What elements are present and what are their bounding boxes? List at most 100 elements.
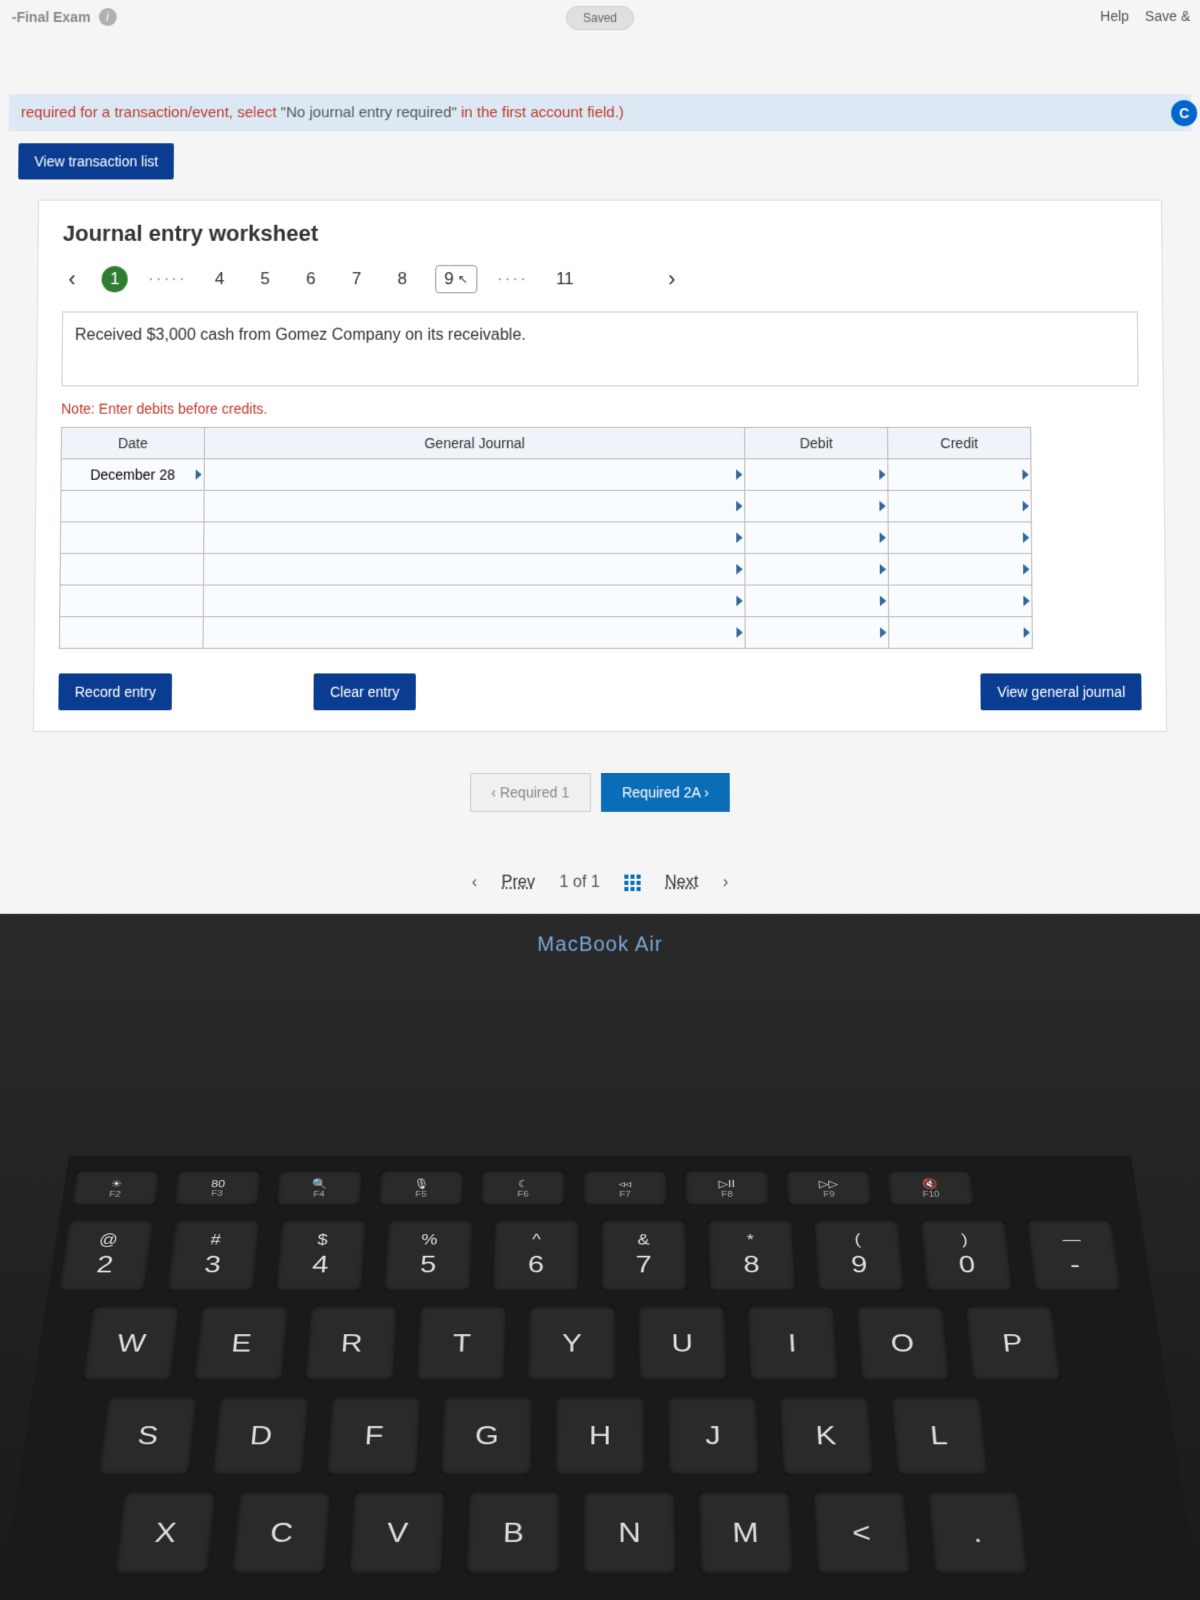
dropdown-marker-icon [736,470,742,480]
transaction-description: Received $3,000 cash from Gomez Company … [61,311,1138,386]
dropdown-marker-icon [879,501,885,511]
question-nav: ‹ Prev 1 of 1 Next › [0,874,1200,893]
next-question-link[interactable]: Next [665,874,698,893]
date-cell[interactable] [60,522,204,554]
saved-indicator: Saved [566,6,634,30]
keyboard-key: B [465,1491,561,1575]
keyboard-key: U [637,1305,728,1381]
keyboard-key: S [97,1396,199,1476]
keyboard-key: T [415,1305,508,1381]
debit-cell[interactable] [745,490,888,522]
keyboard-key: G [439,1396,533,1476]
keyboard-key: N [582,1491,677,1575]
dropdown-marker-icon [1024,627,1030,637]
keyboard-key: M [697,1491,795,1575]
table-row [60,522,1031,554]
keyboard-key: &7 [600,1219,688,1291]
instruction-banner: required for a transaction/event, select… [9,94,1192,131]
account-cell[interactable] [203,617,745,649]
info-icon[interactable]: i [98,8,116,26]
credit-cell[interactable] [888,585,1032,617]
pager-item[interactable]: 6 [298,265,324,293]
credit-cell[interactable] [888,522,1031,554]
dropdown-marker-icon [1023,596,1029,606]
date-cell[interactable] [61,490,204,522]
credit-cell[interactable] [888,553,1032,585]
keyboard-key: V [348,1491,447,1575]
dropdown-marker-icon [880,533,886,543]
pager-item[interactable]: 11 [548,265,582,293]
credit-cell[interactable] [889,617,1033,649]
pager-item-current-hover[interactable]: 9 ↖ [435,265,477,293]
pager-item[interactable]: 7 [344,265,370,293]
col-general-journal: General Journal [204,427,744,458]
dropdown-marker-icon [1023,501,1029,511]
chevron-right-icon[interactable]: › [723,874,728,893]
account-cell[interactable] [204,459,745,490]
keyboard-key: E [192,1305,289,1381]
keyboard-key: $4 [274,1219,367,1291]
record-entry-button[interactable]: Record entry [58,673,172,710]
help-link[interactable]: Help [1100,8,1129,24]
account-cell[interactable] [204,490,745,522]
pager-item[interactable]: 8 [389,265,415,293]
pager-dots: ···· [497,269,528,289]
keyboard-key: (9 [813,1219,906,1291]
debit-cell[interactable] [745,553,888,585]
macbook-label: MacBook Air [0,933,1200,957]
keyboard-key: . [926,1491,1029,1575]
required-1-button[interactable]: ‹ Required 1 [470,773,591,812]
pager-prev[interactable]: ‹ [62,266,82,292]
pager-item[interactable]: 4 [207,265,233,293]
chevron-left-icon[interactable]: ‹ [472,874,477,893]
date-cell[interactable] [60,553,204,585]
debit-cell[interactable] [745,522,888,554]
table-row [60,553,1032,585]
cursor-icon: ↖ [458,272,468,286]
prev-question-link[interactable]: Prev [502,874,535,893]
date-cell[interactable]: December 28 [61,459,204,490]
required-2a-button[interactable]: Required 2A › [601,773,730,812]
keyboard-key: C [230,1491,331,1575]
date-cell[interactable] [60,585,204,617]
keyboard-key: W [81,1305,180,1381]
credit-cell[interactable] [888,459,1031,490]
pager-next[interactable]: › [662,266,681,292]
account-cell[interactable] [203,585,745,617]
pager-item[interactable]: 5 [252,265,278,293]
table-row: December 28 [61,459,1031,490]
grid-view-icon[interactable] [624,875,640,891]
pager-item-1[interactable]: 1 [102,266,128,292]
pager-dots: ····· [148,269,187,289]
check-badge-icon[interactable]: C [1171,100,1197,126]
credit-cell[interactable] [888,490,1031,522]
journal-entry-table: Date General Journal Debit Credit Decemb… [59,427,1033,649]
debit-cell[interactable] [745,617,889,649]
col-credit: Credit [888,427,1031,458]
keyboard-key: ◃◃F7 [582,1170,668,1206]
table-row [59,617,1032,649]
keyboard-key: J [666,1396,760,1476]
keyboard-key: 🔇F10 [886,1170,975,1206]
debit-cell[interactable] [745,459,888,490]
keyboard-key: 80F3 [173,1170,263,1206]
table-row [61,490,1032,522]
clear-entry-button[interactable]: Clear entry [314,673,416,710]
keyboard-key: ^6 [491,1219,580,1291]
date-cell[interactable] [59,617,203,649]
debit-cell[interactable] [745,585,889,617]
keyboard-key: ☀F2 [70,1170,161,1206]
keyboard-key: < [812,1491,912,1575]
view-transaction-list-button[interactable]: View transaction list [18,143,174,179]
dropdown-marker-icon [736,564,742,574]
view-general-journal-button[interactable]: View general journal [981,673,1142,710]
exam-title: -Final Exam [12,9,91,25]
keyboard-key: ▷▷F9 [785,1170,873,1206]
account-cell[interactable] [204,522,745,554]
account-cell[interactable] [203,553,745,585]
keyboard-key: I [746,1305,840,1381]
save-exit-link[interactable]: Save & [1145,8,1190,24]
dropdown-marker-icon [880,564,886,574]
dropdown-marker-icon [879,470,885,480]
col-debit: Debit [745,427,888,458]
